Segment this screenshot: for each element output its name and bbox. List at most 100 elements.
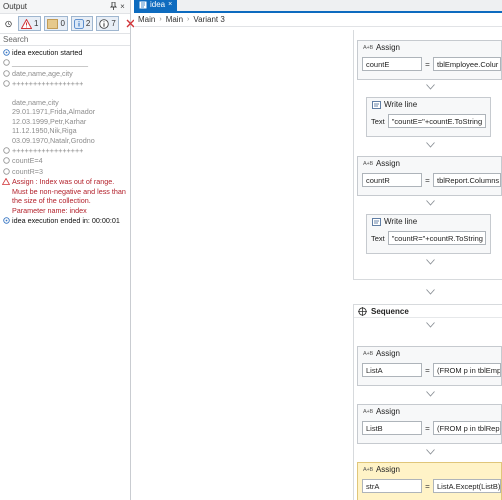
activity-header: Write line <box>367 215 490 228</box>
errors-count: 1 <box>34 19 39 28</box>
log-entry: +++++++++++++++++ <box>2 146 128 155</box>
activity-title: Assign <box>375 465 400 474</box>
breadcrumb-item[interactable]: Main <box>138 15 155 24</box>
activity-header: A+B Assign <box>358 41 501 54</box>
activity-title: Assign <box>375 43 400 52</box>
breadcrumb: Main › Main › Variant 3 <box>134 13 502 27</box>
designer-canvas[interactable]: A+B Assign countE = tblEmployee.Colur Wr… <box>134 30 502 500</box>
warnings-filter[interactable]: 0 <box>44 16 68 31</box>
assign-to-field[interactable]: ListA <box>362 363 422 377</box>
assign-icon: A+B <box>363 408 373 415</box>
activity-header: Write line <box>367 98 490 111</box>
assign-value-field[interactable]: tblEmployee.Colur <box>433 57 501 71</box>
output-toolbar: 1 0 2 7 <box>0 14 135 34</box>
log-entry: Assign : Index was out of range. Must be… <box>2 177 128 215</box>
assign-to-field[interactable]: ListB <box>362 421 422 435</box>
activity-title: Assign <box>375 349 400 358</box>
document-tabs: idea × <box>134 0 502 13</box>
assign-activity[interactable]: A+B Assign countR = tblReport.Columns <box>357 156 502 196</box>
assign-icon: A+B <box>363 466 373 473</box>
clock-icon <box>5 20 12 27</box>
chevron-down-icon <box>426 200 435 206</box>
log-text: idea execution started <box>12 48 83 57</box>
tab-idea[interactable]: idea × <box>134 0 178 11</box>
trace-dot-icon <box>2 80 10 87</box>
trace-dot-icon <box>2 157 10 165</box>
chevron-right-icon: › <box>159 16 162 23</box>
info-filter[interactable]: 2 <box>70 16 94 31</box>
trace-dot-icon <box>2 147 10 154</box>
info-count: 2 <box>85 19 91 28</box>
close-panel-icon[interactable]: × <box>118 2 127 11</box>
chevron-down-icon <box>426 449 435 455</box>
activity-title: Assign <box>375 407 400 416</box>
tab-close-icon[interactable]: × <box>168 1 172 8</box>
trace-count: 7 <box>111 19 116 28</box>
breadcrumb-item[interactable]: Variant 3 <box>193 15 224 24</box>
assign-to-field[interactable]: strA <box>362 479 422 493</box>
chevron-down-icon <box>426 391 435 397</box>
log-text: date,name,age,city <box>12 68 73 78</box>
timestamps-toggle[interactable] <box>2 16 15 31</box>
warning-box-icon <box>47 18 59 29</box>
assign-activity[interactable]: A+B Assign ListA = (FROM p in tblEmp <box>357 346 502 386</box>
log-entry: countR=3 <box>2 167 128 176</box>
warnings-count: 0 <box>60 19 65 28</box>
output-title-bar: Output × <box>0 0 130 14</box>
log-entry: countE=4 <box>2 156 128 165</box>
activity-header: A+B Assign <box>358 157 501 170</box>
equals-sign: = <box>425 365 430 375</box>
write-line-activity[interactable]: Write line Text "countE="+countE.ToStrin… <box>366 97 491 137</box>
text-label: Text <box>371 116 385 126</box>
info-icon <box>74 18 84 29</box>
equals-sign: = <box>425 175 430 185</box>
log-text: countE=4 <box>12 156 43 166</box>
sequence-icon <box>358 306 367 316</box>
studio-window: Output × 1 0 2 7 Search idea execution s… <box>0 0 502 500</box>
search-input[interactable]: Search <box>0 34 130 46</box>
equals-sign: = <box>425 59 430 69</box>
equals-sign: = <box>425 423 430 433</box>
assign-to-field[interactable]: countE <box>362 57 422 71</box>
assign-to-field[interactable]: countR <box>362 173 422 187</box>
chevron-down-icon <box>426 322 435 328</box>
errors-filter[interactable]: 1 <box>18 16 42 31</box>
chevron-down-icon <box>426 259 435 265</box>
assign-activity[interactable]: A+B Assign countE = tblEmployee.Colur <box>357 40 502 80</box>
write-line-text-field[interactable]: "countE="+countE.ToString <box>387 114 486 128</box>
activity-title: Write line <box>384 217 418 226</box>
log-text: countR=3 <box>12 166 43 176</box>
activity-title: Write line <box>384 100 418 109</box>
write-line-activity[interactable]: Write line Text "countR="+countR.ToStrin… <box>366 214 491 254</box>
assign-icon: A+B <box>363 160 373 167</box>
assign-value-field[interactable]: (FROM p in tblEmp <box>433 363 501 377</box>
sequence-header: Sequence <box>354 305 502 318</box>
log-text: +++++++++++++++++ <box>12 146 84 156</box>
assign-activity-highlighted[interactable]: A+B Assign strA = ListA.Except(ListB) <box>357 462 502 500</box>
tab-label: idea <box>150 0 166 9</box>
log-text: Assign : Index was out of range. Must be… <box>12 177 126 215</box>
output-panel: Output × 1 0 2 7 Search idea execution s… <box>0 0 135 500</box>
trace-filter[interactable]: 7 <box>96 16 119 31</box>
assign-icon: A+B <box>363 44 373 51</box>
activity-header: A+B Assign <box>358 463 501 476</box>
log-entry: idea execution ended in: 00:00:01 <box>2 216 128 225</box>
pin-icon[interactable] <box>109 1 118 12</box>
assign-icon: A+B <box>363 350 373 357</box>
assign-value-field[interactable]: (FROM p in tblRep <box>433 421 501 435</box>
assign-value-field[interactable]: tblReport.Columns <box>433 173 501 187</box>
activity-title: Assign <box>375 159 400 168</box>
trace-icon <box>99 18 110 29</box>
write-line-icon <box>372 100 381 109</box>
log-entry: +++++++++++++++++ date,name,city 29.01.1… <box>2 79 128 145</box>
error-icon <box>2 178 10 186</box>
chevron-right-icon: › <box>187 16 190 23</box>
assign-activity[interactable]: A+B Assign ListB = (FROM p in tblRep <box>357 404 502 444</box>
chevron-down-icon <box>426 84 435 90</box>
assign-value-field[interactable]: ListA.Except(ListB) <box>433 479 501 493</box>
breadcrumb-item[interactable]: Main <box>166 15 183 24</box>
info-dot-icon <box>2 49 10 56</box>
write-line-text-field[interactable]: "countR="+countR.ToString <box>387 231 486 245</box>
activity-header: A+B Assign <box>358 405 501 418</box>
output-log: idea execution started _________________… <box>0 46 130 225</box>
